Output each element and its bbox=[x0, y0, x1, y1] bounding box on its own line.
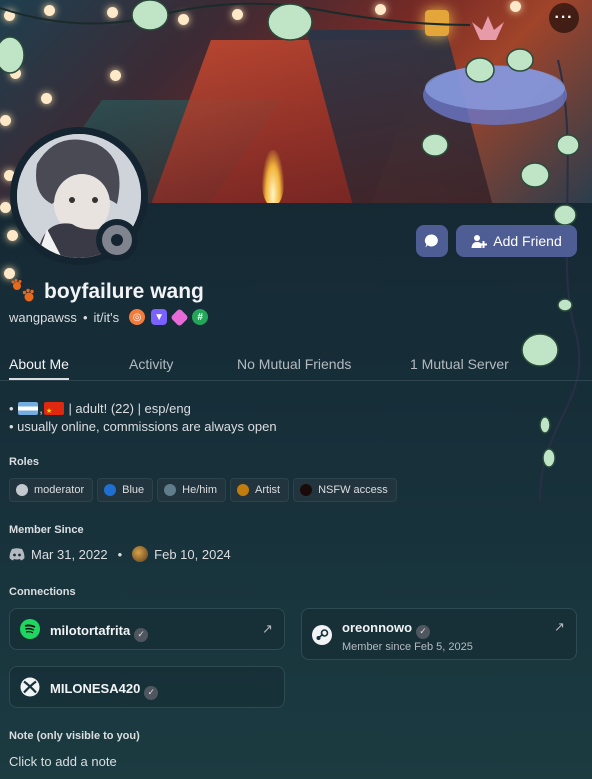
member-since-title: Member Since bbox=[9, 524, 84, 536]
nitro-boost-badge-icon[interactable] bbox=[170, 307, 189, 327]
connection-name: milotortafrita bbox=[50, 623, 131, 638]
role-color-dot bbox=[237, 484, 250, 496]
more-options-button[interactable]: ··· bbox=[549, 3, 579, 33]
role-color-dot bbox=[104, 484, 117, 496]
role-label: moderator bbox=[34, 484, 85, 496]
external-link-icon[interactable]: ↗ bbox=[262, 621, 273, 637]
server-icon bbox=[132, 546, 149, 562]
chat-bubble-icon bbox=[424, 234, 438, 248]
verified-check-icon: ✓ bbox=[144, 685, 159, 700]
connection-member-since: Member since Feb 5, 2025 bbox=[342, 640, 473, 653]
spotify-icon bbox=[20, 619, 40, 639]
more-dots-icon: ··· bbox=[554, 9, 574, 26]
role-nsfw-access[interactable]: NSFW access bbox=[293, 478, 397, 502]
role-color-dot bbox=[16, 484, 28, 496]
role-label: He/him bbox=[182, 484, 218, 496]
roles-list: moderator Blue He/him Artist NSFW access bbox=[9, 478, 397, 502]
pronouns: it/it's bbox=[93, 309, 120, 325]
role-he-him[interactable]: He/him bbox=[157, 478, 227, 502]
server-member-date: Feb 10, 2024 bbox=[154, 546, 231, 562]
flame-decoration bbox=[262, 150, 284, 203]
role-color-dot bbox=[300, 484, 313, 496]
role-label: Artist bbox=[255, 484, 281, 496]
bio-line-1: | adult! (22) | esp/eng bbox=[68, 401, 191, 416]
role-moderator[interactable]: moderator bbox=[9, 478, 94, 502]
connection-name: MILONESA420 bbox=[50, 681, 141, 696]
connections-title: Connections bbox=[9, 586, 76, 598]
discord-logo-icon bbox=[9, 547, 25, 560]
tab-about-me[interactable]: About Me bbox=[9, 356, 69, 380]
add-friend-button[interactable]: Add Friend bbox=[456, 225, 577, 257]
username-row: wangpawss • it/it's ◎ ▼ # bbox=[9, 307, 209, 327]
china-flag-icon bbox=[43, 402, 64, 421]
separator-dot: • bbox=[117, 546, 123, 562]
separator-dot: • bbox=[82, 309, 88, 325]
add-friend-label: Add Friend bbox=[493, 233, 562, 249]
role-label: Blue bbox=[122, 484, 145, 496]
xbox-icon bbox=[20, 677, 40, 697]
hashtag-badge-icon[interactable]: # bbox=[192, 309, 209, 325]
argentina-flag-icon bbox=[18, 402, 39, 415]
note-title: Note (only visible to you) bbox=[9, 730, 140, 742]
note-input[interactable]: Click to add a note bbox=[9, 754, 117, 769]
display-name: boyfailure wang bbox=[44, 280, 204, 303]
message-button[interactable] bbox=[416, 225, 448, 257]
verified-check-icon: ✓ bbox=[416, 624, 431, 639]
lantern-decoration bbox=[425, 10, 449, 36]
connection-steam[interactable]: oreonnowo ✓ Member since Feb 5, 2025 ↗ bbox=[301, 608, 577, 660]
tab-mutual-servers[interactable]: 1 Mutual Server bbox=[410, 356, 509, 378]
hypesquad-badge-icon[interactable]: ◎ bbox=[129, 309, 146, 325]
display-name-row: boyfailure wang bbox=[10, 279, 204, 305]
verified-check-icon: ✓ bbox=[134, 627, 149, 642]
connection-xbox[interactable]: MILONESA420 ✓ bbox=[9, 666, 285, 708]
role-artist[interactable]: Artist bbox=[230, 478, 290, 502]
bio-bullet: • bbox=[9, 401, 14, 416]
steam-icon bbox=[312, 625, 332, 645]
member-since-row: Mar 31, 2022 • Feb 10, 2024 bbox=[9, 546, 231, 562]
discord-member-date: Mar 31, 2022 bbox=[31, 546, 108, 562]
paw-prints-icon bbox=[11, 279, 34, 302]
status-indicator bbox=[96, 219, 138, 261]
connection-name: oreonnowo bbox=[342, 620, 413, 635]
role-label: NSFW access bbox=[318, 484, 388, 496]
username[interactable]: wangpawss bbox=[9, 310, 77, 325]
external-link-icon[interactable]: ↗ bbox=[554, 619, 565, 635]
role-color-dot bbox=[164, 484, 177, 496]
connection-spotify[interactable]: milotortafrita ✓ ↗ bbox=[9, 608, 285, 650]
bio: • , | adult! (22) | esp/eng • usually on… bbox=[9, 400, 277, 436]
roles-title: Roles bbox=[9, 456, 39, 468]
add-user-icon bbox=[471, 235, 488, 248]
offline-status-icon bbox=[102, 225, 132, 255]
tab-mutual-friends[interactable]: No Mutual Friends bbox=[237, 356, 351, 378]
profile-tabs: About Me Activity No Mutual Friends 1 Mu… bbox=[0, 356, 592, 381]
tab-activity[interactable]: Activity bbox=[129, 356, 173, 378]
role-blue[interactable]: Blue bbox=[97, 478, 154, 502]
shield-badge-icon[interactable]: ▼ bbox=[151, 309, 168, 325]
